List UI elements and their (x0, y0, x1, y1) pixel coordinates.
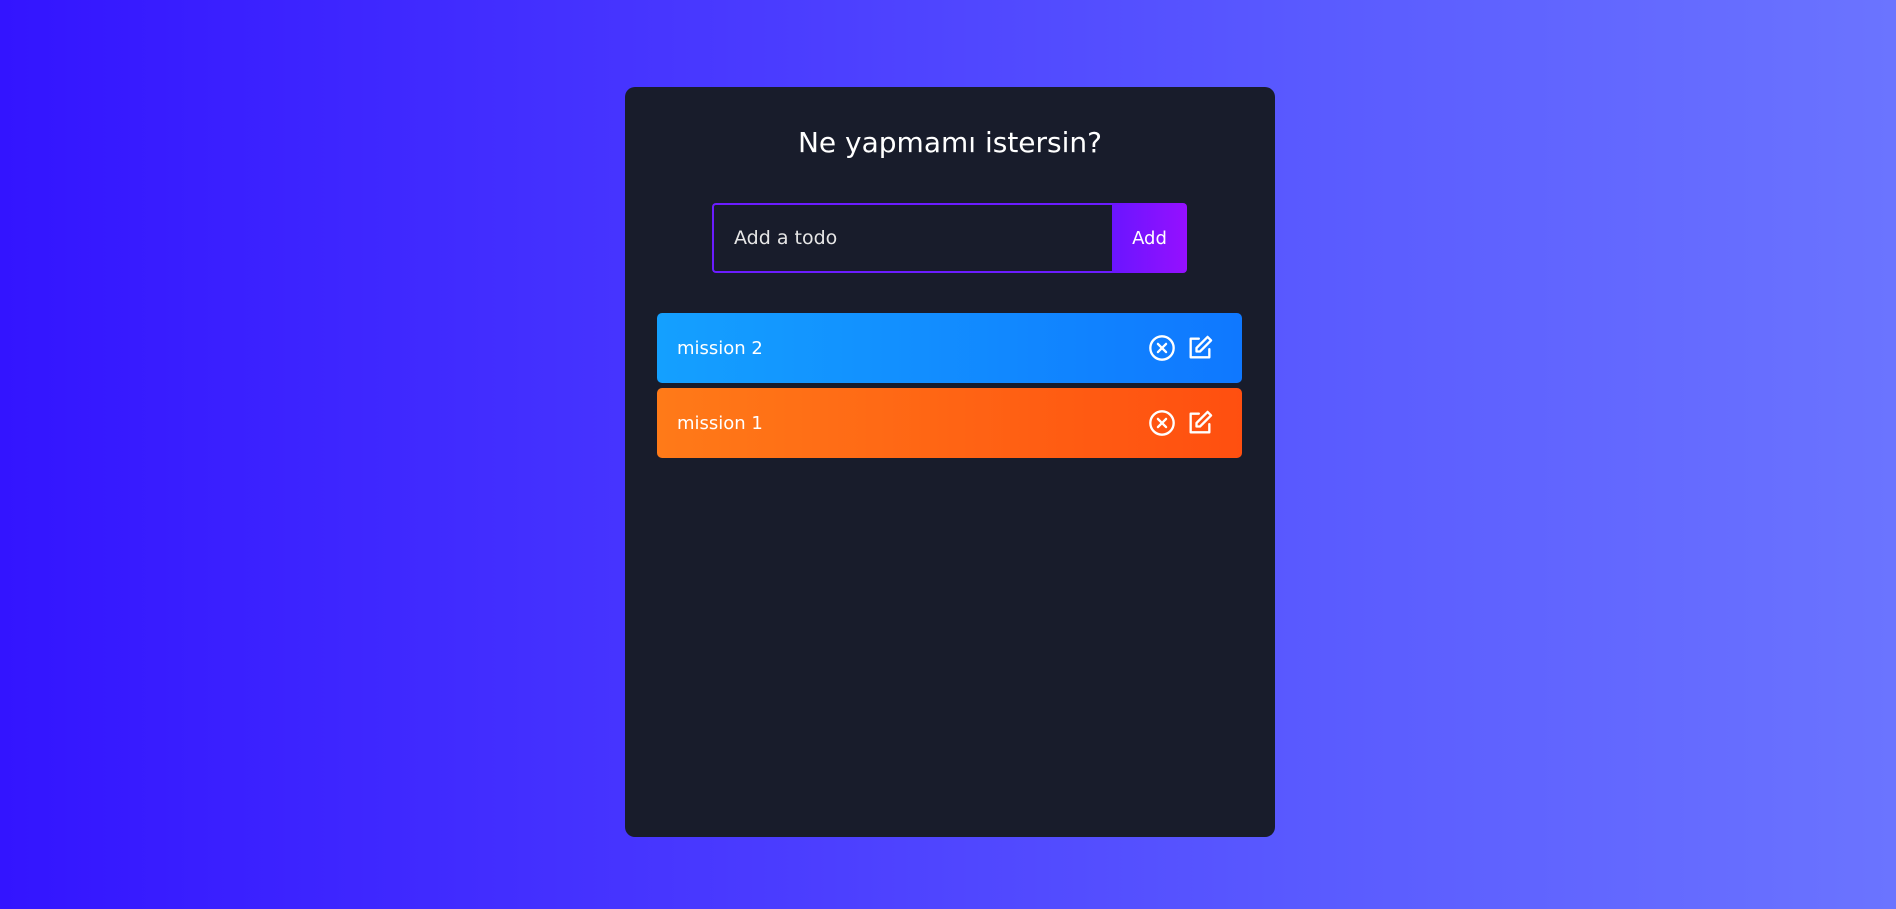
todo-actions (1148, 409, 1214, 437)
edit-icon[interactable] (1186, 334, 1214, 362)
todo-form: Add (712, 203, 1187, 273)
edit-icon[interactable] (1186, 409, 1214, 437)
close-circle-icon[interactable] (1148, 409, 1176, 437)
add-button[interactable]: Add (1112, 203, 1187, 273)
todo-text: mission 1 (677, 412, 763, 434)
todo-text: mission 2 (677, 337, 763, 359)
todo-actions (1148, 334, 1214, 362)
todo-input[interactable] (712, 203, 1112, 273)
todo-item[interactable]: mission 2 (657, 313, 1242, 383)
todo-list: mission 2 mission 1 (657, 313, 1242, 463)
page-title: Ne yapmamı istersin? (797, 126, 1103, 159)
todo-app: Ne yapmamı istersin? Add mission 2 (625, 87, 1275, 837)
todo-item[interactable]: mission 1 (657, 388, 1242, 458)
close-circle-icon[interactable] (1148, 334, 1176, 362)
